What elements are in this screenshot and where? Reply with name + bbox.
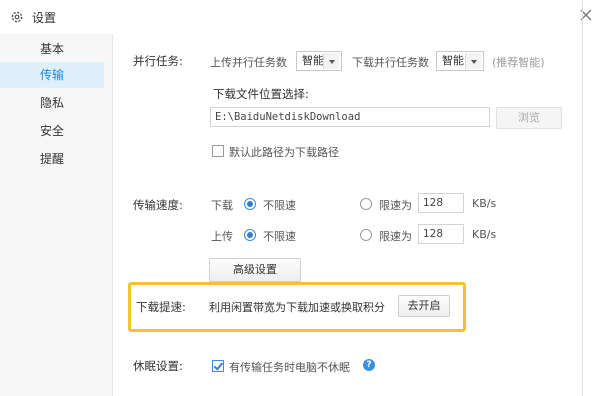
default-path-checkbox[interactable] [212,145,224,157]
chevron-down-icon [323,53,339,69]
upload-parallel-label: 上传并行任务数 [210,56,287,69]
upload-parallel-value: 智能 [302,54,324,67]
download-limit-input[interactable]: 128 [418,193,464,213]
download-speed-label: 下载 [211,199,233,212]
download-parallel-label: 下载并行任务数 [352,56,429,69]
no-sleep-label: 有传输任务时电脑不休眠 [229,361,350,374]
upload-speed-label: 上传 [211,230,233,243]
close-icon[interactable] [577,6,595,24]
sidebar-item-security[interactable]: 安全 [0,118,104,144]
chevron-down-icon [465,53,481,69]
sidebar-item-privacy[interactable]: 隐私 [0,90,104,116]
download-unlimited-label: 不限速 [263,199,296,212]
gear-icon [10,10,24,24]
title-bar: 设置 [0,0,600,34]
upload-limit-unit: KB/s [472,228,497,241]
sleep-section-label: 休眠设置: [133,359,183,373]
parallel-hint: (推荐智能) [492,56,545,69]
window-title: 设置 [32,11,57,25]
upload-limit-radio[interactable] [360,229,372,241]
download-path-input[interactable]: E:\BaiduNetdiskDownload [210,107,490,127]
parallel-section-label: 并行任务: [133,54,183,68]
upload-parallel-select[interactable]: 智能 [296,51,342,71]
window-border-right [582,0,583,396]
help-circle-icon[interactable]: ? [363,359,375,371]
download-unlimited-radio[interactable] [244,198,256,210]
sidebar: 基本 传输 隐私 安全 提醒 [0,34,113,396]
upload-limit-label: 限速为 [379,230,412,243]
download-parallel-value: 智能 [442,54,464,67]
download-limit-radio[interactable] [360,198,372,210]
upload-unlimited-radio[interactable] [244,229,256,241]
boost-section-label: 下载提速: [136,300,186,314]
boost-description: 利用闲置带宽为下载加速或换取积分 [209,301,385,314]
no-sleep-checkbox[interactable] [212,360,224,372]
sidebar-item-basic[interactable]: 基本 [0,36,104,62]
download-parallel-select[interactable]: 智能 [436,51,484,71]
default-path-label: 默认此路径为下载路径 [229,146,339,159]
sidebar-item-reminder[interactable]: 提醒 [0,146,104,172]
browse-button[interactable]: 浏览 [496,107,562,129]
speed-section-label: 传输速度: [133,198,183,212]
download-location-label: 下载文件位置选择: [213,87,309,101]
boost-enable-button[interactable]: 去开启 [398,295,450,317]
upload-limit-input[interactable]: 128 [418,224,464,244]
advanced-settings-button[interactable]: 高级设置 [209,258,301,282]
sidebar-item-transfer[interactable]: 传输 [0,62,104,88]
download-limit-label: 限速为 [379,199,412,212]
download-limit-unit: KB/s [472,197,497,210]
upload-unlimited-label: 不限速 [263,230,296,243]
